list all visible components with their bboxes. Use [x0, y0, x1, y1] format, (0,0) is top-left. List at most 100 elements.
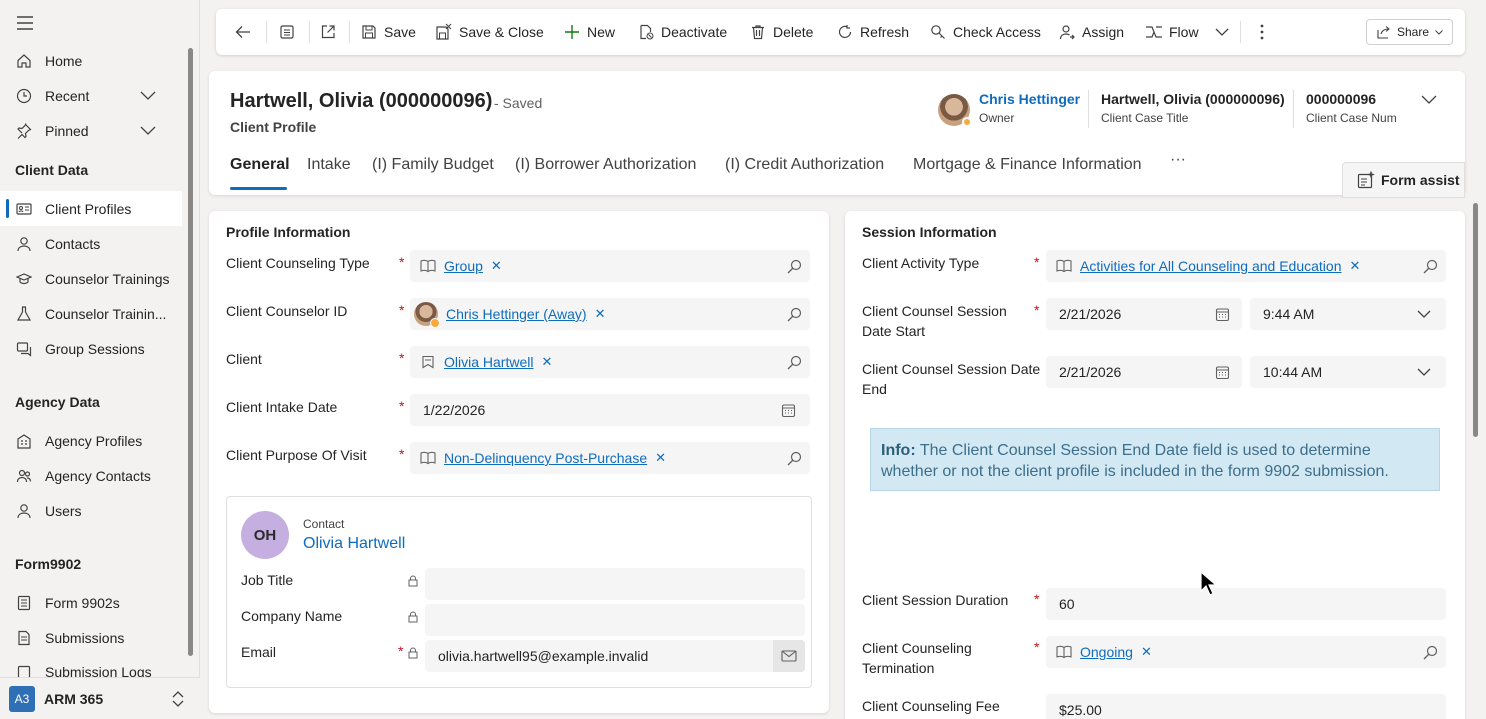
lookup-value-link[interactable]: Group: [444, 258, 483, 274]
save-icon: [360, 23, 378, 41]
form-selector[interactable]: Client Profile: [230, 119, 316, 135]
form-assist-label: Form assist: [1381, 172, 1460, 188]
nav-agency-contacts[interactable]: Agency Contacts: [0, 458, 182, 493]
tab-credit-authorization[interactable]: (I) Credit Authorization: [725, 156, 884, 174]
tab-intake[interactable]: Intake: [307, 156, 351, 174]
purpose-of-visit-lookup[interactable]: Non-Delinquency Post-Purchase ✕: [410, 442, 810, 474]
refresh-button[interactable]: Refresh: [836, 9, 909, 55]
nav-recent[interactable]: Recent: [0, 78, 182, 113]
nav-counselor-trainin[interactable]: Counselor Trainin...: [0, 296, 182, 331]
form-assist-button[interactable]: Form assist: [1342, 162, 1465, 198]
calendar-icon[interactable]: [780, 402, 796, 418]
session-start-date-input[interactable]: 2/21/2026: [1046, 298, 1242, 330]
open-new-window-button[interactable]: [319, 9, 343, 55]
lookup-value-link[interactable]: Non-Delinquency Post-Purchase: [444, 450, 647, 466]
building-icon: [15, 432, 33, 450]
remove-icon[interactable]: ✕: [541, 354, 552, 370]
chevron-down-icon[interactable]: [138, 121, 158, 141]
calendar-icon[interactable]: [1214, 306, 1230, 322]
nav-counselor-trainings[interactable]: Counselor Trainings: [0, 261, 182, 296]
card-entity-label: Contact: [303, 517, 345, 531]
search-icon[interactable]: [786, 354, 802, 370]
assign-button[interactable]: Assign: [1058, 9, 1124, 55]
counselor-id-lookup[interactable]: Chris Hettinger (Away) ✕: [410, 298, 810, 330]
nav-home-label: Home: [45, 52, 83, 69]
search-icon[interactable]: [786, 306, 802, 322]
chevron-down-icon[interactable]: [138, 86, 158, 106]
plus-icon: [563, 23, 581, 41]
share-button[interactable]: Share: [1366, 19, 1453, 45]
case-title-value: Hartwell, Olivia (000000096): [1101, 91, 1285, 107]
deactivate-button[interactable]: Deactivate: [637, 9, 727, 55]
area-switcher[interactable]: A3 ARM 365: [0, 677, 200, 719]
remove-icon[interactable]: ✕: [1141, 644, 1152, 660]
more-commands-button[interactable]: [1253, 9, 1277, 55]
lookup-value-link[interactable]: Ongoing: [1080, 644, 1133, 660]
intake-date-input[interactable]: 1/22/2026: [410, 394, 810, 426]
arrow-left-icon: [234, 23, 252, 41]
counseling-type-lookup[interactable]: Group ✕: [410, 250, 810, 282]
nav-group-sessions[interactable]: Group Sessions: [0, 331, 182, 366]
save-button[interactable]: Save: [360, 9, 416, 55]
nav-users[interactable]: Users: [0, 493, 182, 528]
check-access-button[interactable]: Check Access: [929, 9, 1041, 55]
tab-general[interactable]: General: [230, 156, 290, 174]
case-title-label: Client Case Title: [1101, 111, 1189, 125]
lookup-value-link[interactable]: Activities for All Counseling and Educat…: [1080, 258, 1341, 274]
nav-submission-logs[interactable]: Submission Logs: [0, 655, 182, 677]
sidebar-scrollbar[interactable]: [188, 48, 193, 656]
mail-icon[interactable]: [773, 640, 805, 672]
save-close-button[interactable]: Save & Close: [435, 9, 544, 55]
chevron-down-icon[interactable]: [1416, 364, 1432, 380]
counseling-fee-input[interactable]: $25.00: [1046, 694, 1446, 719]
chevron-down-icon: [1213, 23, 1231, 41]
field-label: Client Counselor ID: [226, 303, 348, 319]
session-end-time-select[interactable]: 10:44 AM: [1250, 356, 1446, 388]
lookup-value-link[interactable]: Olivia Hartwell: [444, 354, 533, 370]
session-end-date-input[interactable]: 2/21/2026: [1046, 356, 1242, 388]
session-duration-input[interactable]: 60: [1046, 588, 1446, 620]
nav-client-profiles[interactable]: Client Profiles: [0, 191, 182, 226]
nav-contacts[interactable]: Contacts: [0, 226, 182, 261]
session-start-time-select[interactable]: 9:44 AM: [1250, 298, 1446, 330]
client-lookup[interactable]: Olivia Hartwell ✕: [410, 346, 810, 378]
nav-form-9902s[interactable]: Form 9902s: [0, 585, 182, 620]
hamburger-menu-icon[interactable]: [14, 12, 36, 34]
nav-submissions[interactable]: Submissions: [0, 620, 182, 655]
search-icon[interactable]: [1422, 258, 1438, 274]
nav-agency-profiles[interactable]: Agency Profiles: [0, 423, 182, 458]
tab-family-budget[interactable]: (I) Family Budget: [372, 156, 494, 174]
lookup-value-link[interactable]: Chris Hettinger (Away): [446, 306, 587, 322]
nav-pinned-label: Pinned: [45, 122, 89, 139]
share-label: Share: [1397, 25, 1430, 39]
nav-home[interactable]: Home: [0, 43, 182, 78]
tab-mortgage-finance[interactable]: Mortgage & Finance Information: [913, 156, 1142, 174]
delete-button[interactable]: Delete: [749, 9, 813, 55]
activity-type-lookup[interactable]: Activities for All Counseling and Educat…: [1046, 250, 1446, 282]
calendar-icon[interactable]: [1214, 364, 1230, 380]
nav-submission-logs-label: Submission Logs: [45, 664, 152, 677]
chevron-down-icon[interactable]: [1416, 306, 1432, 322]
remove-icon[interactable]: ✕: [595, 306, 606, 322]
flow-button[interactable]: Flow: [1145, 9, 1231, 55]
chevron-down-icon[interactable]: [1419, 89, 1439, 109]
tabs-more-button[interactable]: ···: [1170, 151, 1186, 169]
search-icon[interactable]: [1422, 644, 1438, 660]
search-icon[interactable]: [786, 450, 802, 466]
remove-icon[interactable]: ✕: [655, 450, 666, 466]
group-form9902: Form9902: [15, 556, 82, 572]
nav-pinned[interactable]: Pinned: [0, 113, 182, 148]
record-set-button[interactable]: [278, 9, 302, 55]
main-scrollbar[interactable]: [1473, 203, 1478, 437]
remove-icon[interactable]: ✕: [1349, 258, 1360, 274]
divider: [1088, 90, 1089, 128]
search-icon[interactable]: [786, 258, 802, 274]
owner-name-link[interactable]: Chris Hettinger: [979, 91, 1080, 107]
new-button[interactable]: New: [563, 9, 615, 55]
tab-borrower-authorization[interactable]: (I) Borrower Authorization: [515, 156, 696, 174]
card-contact-name-link[interactable]: Olivia Hartwell: [303, 535, 405, 553]
remove-icon[interactable]: ✕: [491, 258, 502, 274]
back-button[interactable]: [234, 9, 258, 55]
field-label-line: Termination: [862, 660, 935, 676]
counseling-termination-lookup[interactable]: Ongoing ✕: [1046, 636, 1446, 668]
